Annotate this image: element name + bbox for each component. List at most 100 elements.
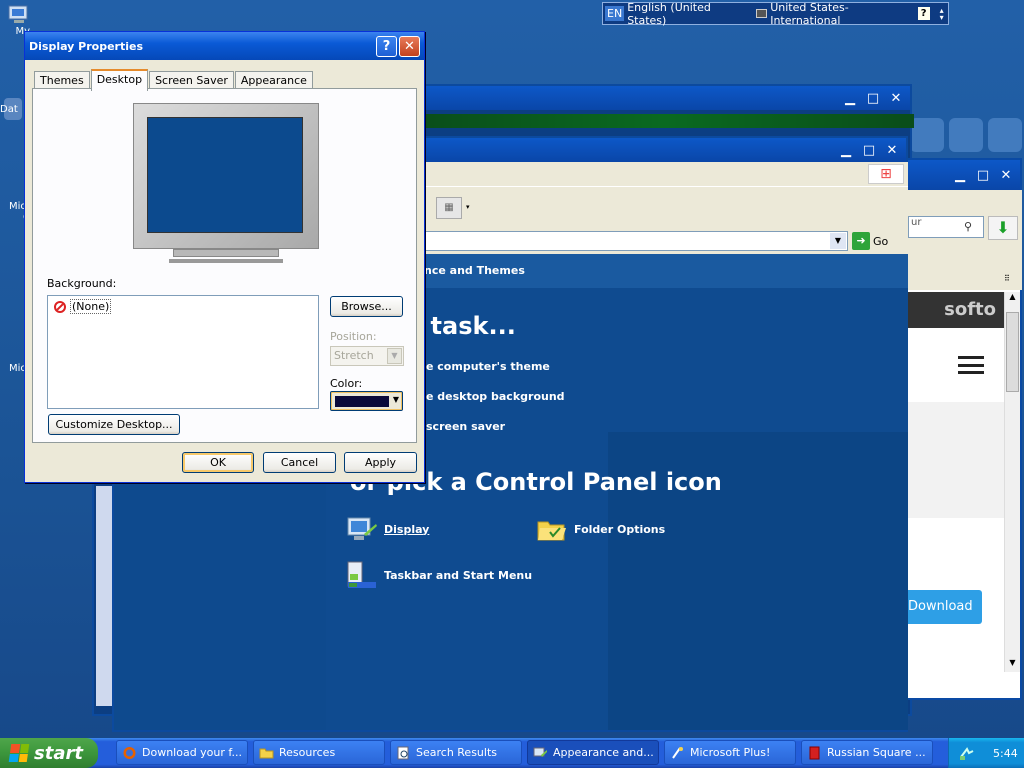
system-tray: 5:44	[948, 738, 1024, 768]
scroll-thumb[interactable]	[1006, 312, 1019, 392]
dialog-title: Display Properties	[29, 39, 144, 53]
minimize-icon[interactable]: ▁	[950, 165, 970, 185]
display-link-label: Display	[384, 522, 430, 536]
russian-square-icon	[809, 746, 820, 759]
language-bar: EN English (United States) United States…	[602, 1, 949, 27]
close-icon[interactable]: ✕	[399, 35, 420, 57]
scroll-up-icon[interactable]: ▲	[1005, 292, 1020, 306]
task-link-desktop-background[interactable]: e desktop background	[426, 390, 565, 403]
task-link-screen-saver[interactable]: screen saver	[426, 420, 505, 433]
list-item[interactable]: (None)	[54, 299, 112, 314]
faded-button	[910, 118, 944, 152]
apply-button[interactable]: Apply	[344, 452, 417, 473]
maximize-icon[interactable]: □	[859, 140, 879, 160]
side-panel	[96, 486, 112, 706]
microsoft-plus-icon	[672, 746, 683, 759]
search-results-icon	[397, 746, 409, 759]
langbar-options-icon[interactable]: ▴ ▾	[940, 6, 948, 21]
desktop-tab-page: Background: (None) Browse... Position: S…	[32, 88, 417, 443]
tab-desktop[interactable]: Desktop	[90, 69, 149, 91]
search-icon[interactable]: ⚲	[964, 220, 972, 233]
language-name[interactable]: English (United States)	[627, 1, 744, 27]
download-button-label: Download	[908, 599, 973, 614]
window-titlebar[interactable]: ▁ □ ✕	[908, 160, 1020, 190]
help-icon[interactable]: ?	[917, 7, 930, 20]
background-toolbar	[910, 118, 1022, 154]
go-button[interactable]: ➜ Go	[852, 232, 888, 250]
go-arrow-icon: ➜	[852, 232, 870, 250]
address-dropdown-icon[interactable]: ▼	[830, 233, 846, 249]
vertical-scrollbar[interactable]: ▲ ▼	[1004, 292, 1020, 672]
display-link[interactable]: Display	[346, 514, 429, 544]
chevron-down-icon: ▼	[387, 348, 402, 364]
close-icon[interactable]: ✕	[886, 88, 906, 108]
taskbar-button-label: Appearance and...	[553, 746, 654, 759]
minimize-icon[interactable]: ▁	[836, 140, 856, 160]
menu-bar: ⊞	[424, 162, 908, 186]
minimize-icon[interactable]: ▁	[840, 88, 860, 108]
folder-options-label: Folder Options	[574, 522, 666, 536]
none-icon	[54, 300, 66, 313]
display-icon	[347, 517, 377, 540]
monitor-foot	[169, 259, 283, 263]
chevron-down-icon: ▼	[392, 395, 399, 404]
customize-desktop-button[interactable]: Customize Desktop...	[48, 414, 180, 435]
start-button[interactable]: start	[0, 738, 98, 768]
site-logo[interactable]: softo	[908, 292, 1004, 328]
download-button[interactable]: Download	[908, 590, 982, 624]
keyboard-layout[interactable]: United States-International	[770, 1, 907, 27]
breadcrumb-label: nce and Themes	[424, 264, 525, 277]
menu-icon[interactable]	[958, 356, 984, 374]
maximize-icon[interactable]: □	[973, 165, 993, 185]
folder-options-link[interactable]: Folder Options	[536, 514, 665, 544]
taskbar-start-menu-icon	[347, 561, 376, 588]
position-label: Position:	[330, 330, 377, 343]
control-panel-icon	[533, 747, 547, 757]
views-dropdown-icon[interactable]: ▾	[466, 203, 470, 211]
background-list[interactable]: (None)	[47, 295, 319, 409]
taskbar-button-label: Resources	[279, 746, 336, 759]
taskbar-button-download[interactable]: Download your f...	[116, 740, 248, 765]
background-label: Background:	[47, 277, 117, 290]
cancel-button[interactable]: Cancel	[263, 452, 336, 473]
browser-window[interactable]: ▁ □ ✕ ur ⚲ ⬇ ⠿ softo Download ▲ ▼	[906, 158, 1022, 700]
search-input[interactable]: ur	[908, 216, 984, 238]
faded-button	[988, 118, 1022, 152]
taskbar-button-label: Microsoft Plus!	[690, 746, 771, 759]
browse-button[interactable]: Browse...	[330, 296, 403, 317]
position-select[interactable]: Stretch ▼	[330, 346, 404, 366]
close-icon[interactable]: ✕	[996, 165, 1016, 185]
address-input[interactable]: ▼	[424, 231, 848, 251]
taskbar-start-menu-link[interactable]: Taskbar and Start Menu	[346, 560, 532, 590]
taskbar-button-russian-square[interactable]: Russian Square ...	[801, 740, 933, 765]
grid-dots-icon[interactable]: ⠿	[1004, 274, 1011, 283]
scroll-down-icon[interactable]: ▼	[1005, 658, 1020, 672]
views-icon[interactable]: ▦	[436, 197, 462, 219]
folder-options-icon	[537, 521, 566, 541]
taskbar-button-appearance[interactable]: Appearance and...	[527, 740, 659, 765]
maximize-icon[interactable]: □	[863, 88, 883, 108]
start-label: start	[34, 742, 83, 764]
task-link-theme[interactable]: e computer's theme	[426, 360, 550, 373]
close-icon[interactable]: ✕	[882, 140, 902, 160]
color-swatch	[335, 396, 389, 407]
display-properties-dialog[interactable]: Display Properties ? ✕ Themes Desktop Sc…	[24, 31, 425, 483]
network-icon[interactable]	[959, 745, 975, 761]
taskbar-button-microsoft-plus[interactable]: Microsoft Plus!	[664, 740, 796, 765]
list-item-label: (None)	[70, 299, 112, 314]
page-section	[908, 402, 1004, 518]
color-picker-button[interactable]: ▼	[330, 391, 403, 411]
taskbar-button-search-results[interactable]: Search Results	[390, 740, 522, 765]
taskbar-button-resources[interactable]: Resources	[253, 740, 385, 765]
folder-icon	[259, 748, 274, 758]
firefox-icon	[123, 746, 136, 759]
clock[interactable]: 5:44	[993, 747, 1018, 760]
windows-logo-icon: ⊞	[868, 164, 904, 184]
ok-button[interactable]: OK	[182, 452, 254, 473]
language-code[interactable]: EN	[605, 6, 625, 21]
monitor-stand	[173, 249, 279, 257]
dialog-titlebar[interactable]: Display Properties ? ✕	[25, 32, 424, 60]
download-arrow-icon[interactable]: ⬇	[988, 216, 1018, 240]
taskbar-start-menu-label: Taskbar and Start Menu	[384, 568, 533, 582]
help-icon[interactable]: ?	[376, 35, 397, 57]
